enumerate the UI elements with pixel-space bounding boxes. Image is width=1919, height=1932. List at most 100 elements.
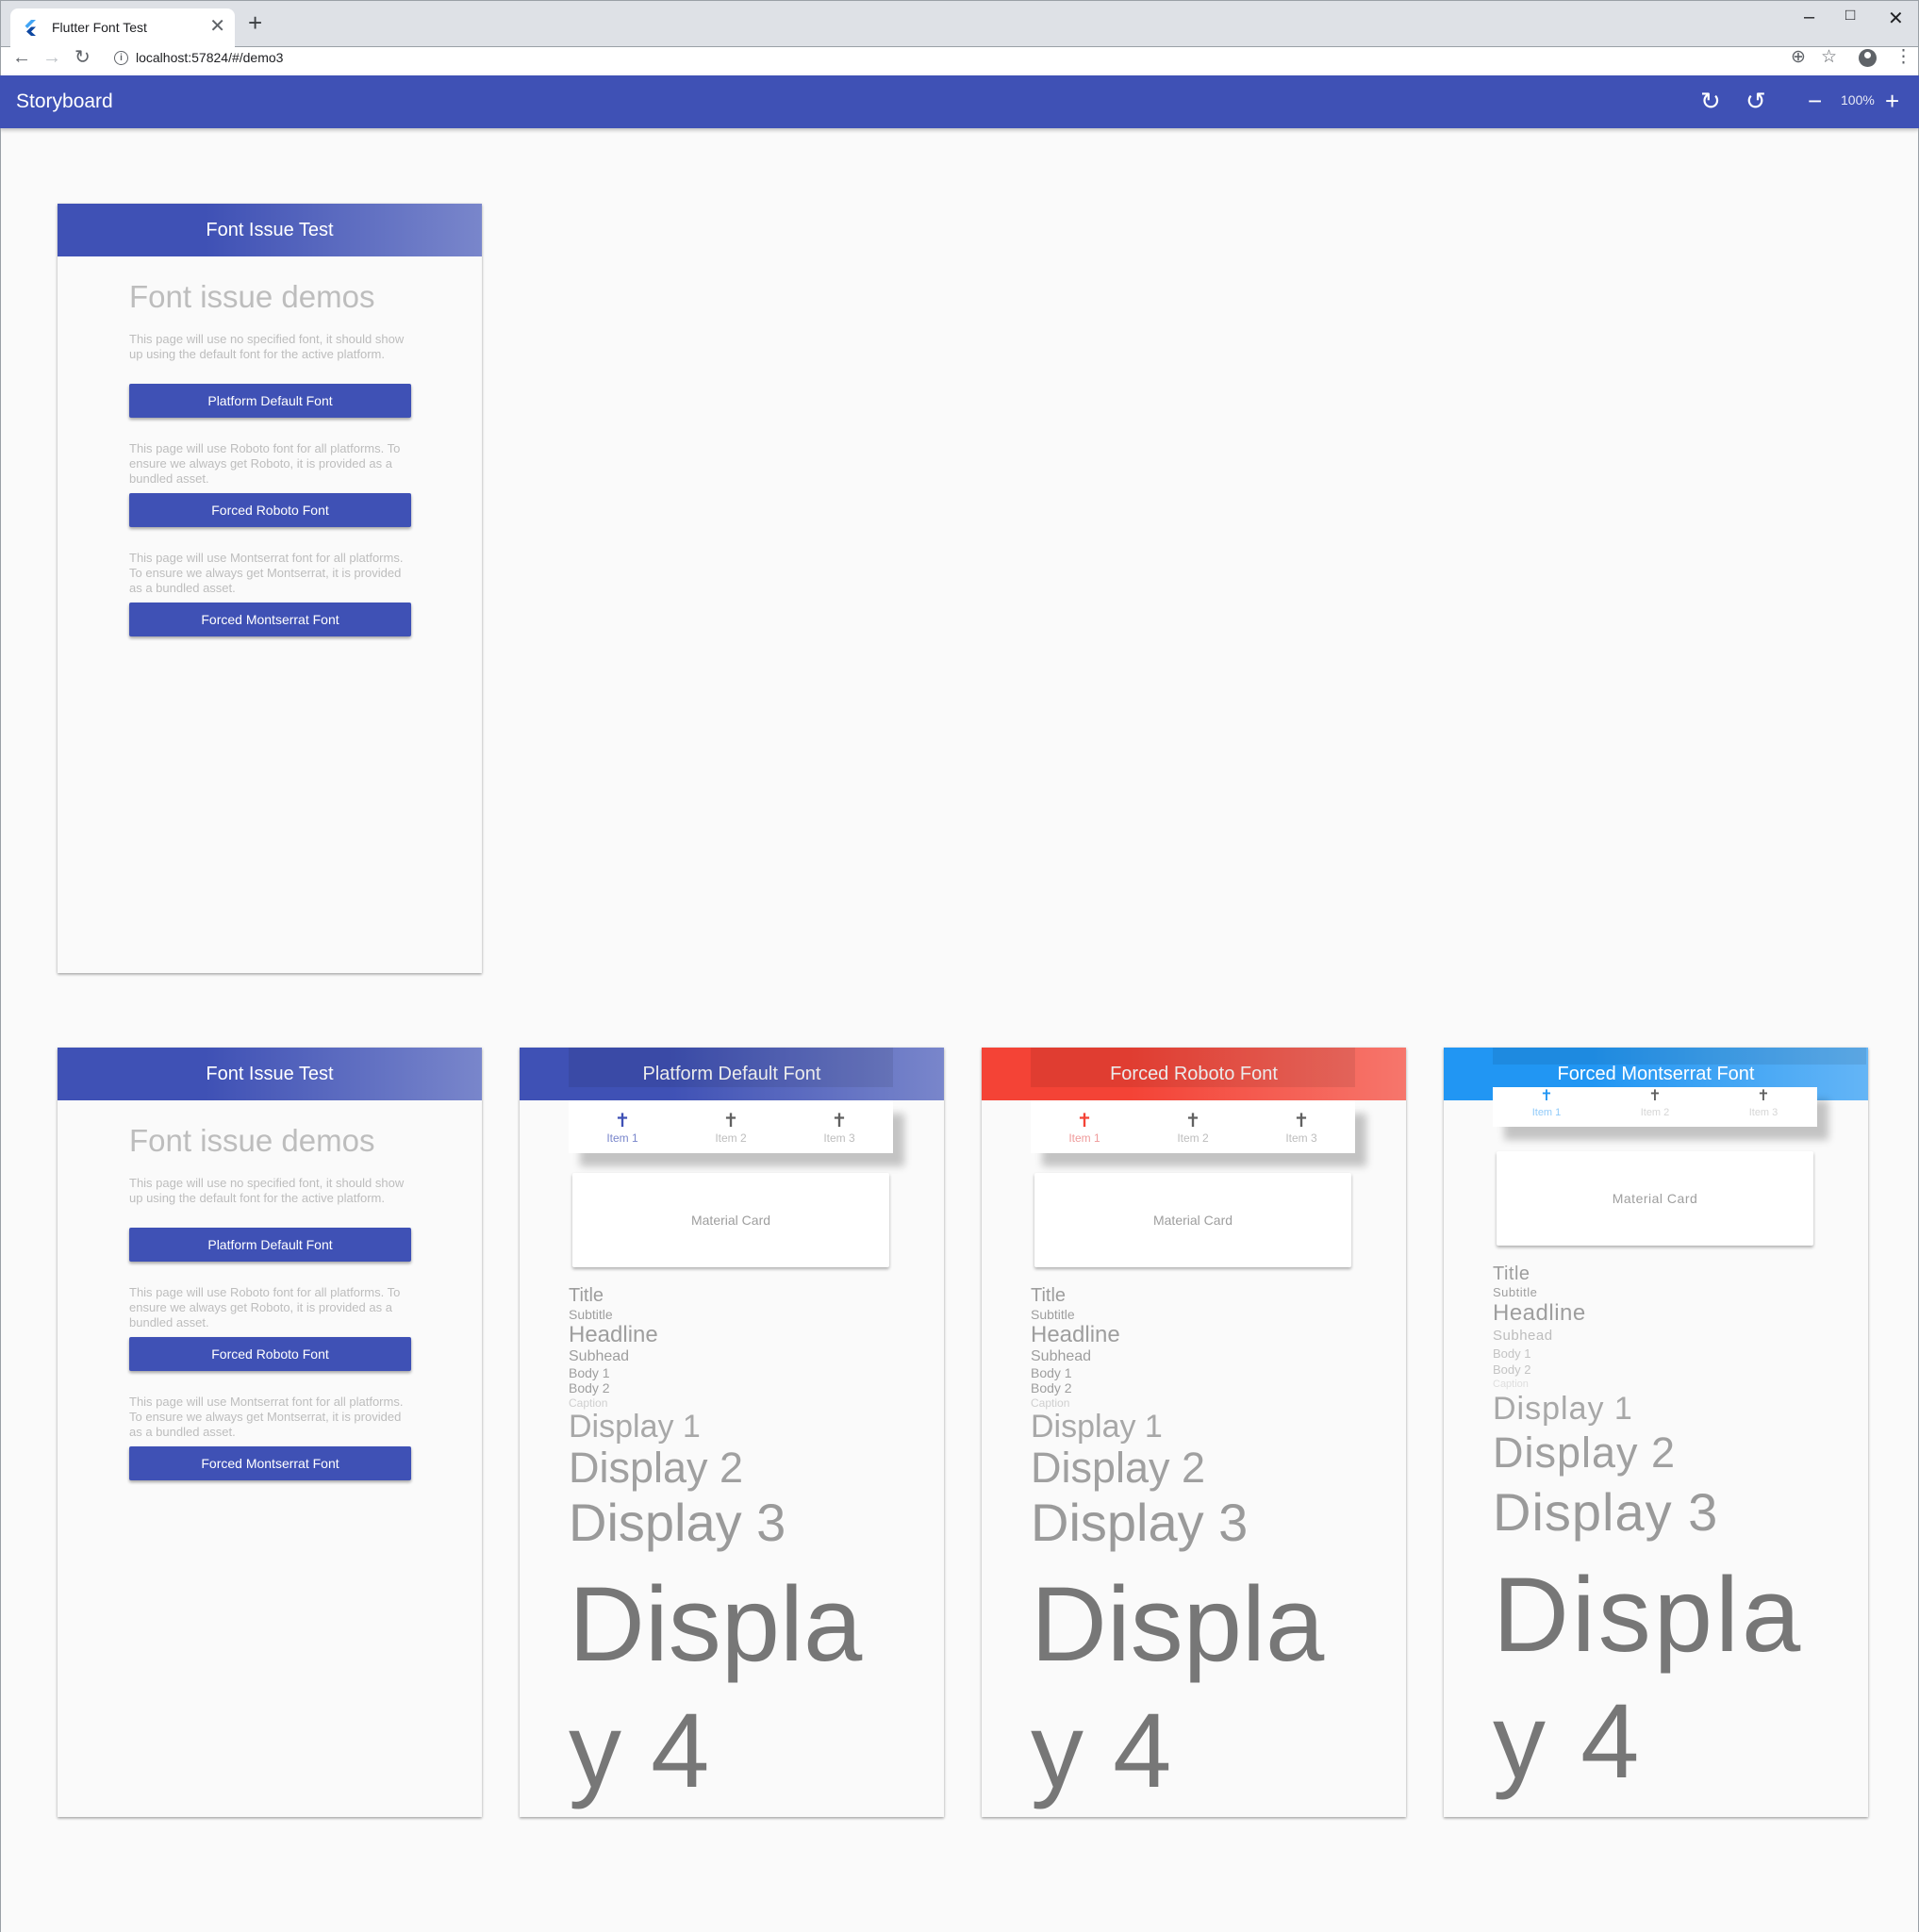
material-card: Material Card bbox=[1034, 1173, 1351, 1267]
text-display2: Display 2 bbox=[1031, 1444, 1206, 1492]
browser-tab[interactable]: Flutter Font Test ✕ bbox=[10, 8, 235, 48]
window-close-icon[interactable]: ✕ bbox=[1888, 7, 1904, 30]
text-headline: Headline bbox=[569, 1322, 658, 1347]
material-card: Material Card bbox=[1497, 1151, 1813, 1246]
forced-montserrat-font-button[interactable]: Forced Montserrat Font bbox=[129, 603, 411, 636]
default-font-description: This page will use no specified font, it… bbox=[129, 332, 405, 361]
device-frame-platform-default: Platform Default Font ✝ Item 1 ✝ Item 2 … bbox=[520, 1048, 944, 1817]
nav-item-2[interactable]: ✝ Item 2 bbox=[677, 1100, 785, 1153]
profile-avatar-icon[interactable] bbox=[1859, 49, 1877, 67]
nav-item-3[interactable]: ✝ Item 3 bbox=[1248, 1100, 1355, 1153]
text-subhead: Subhead bbox=[1493, 1328, 1553, 1344]
nav-item-1[interactable]: ✝ Item 1 bbox=[1493, 1087, 1600, 1127]
material-card: Material Card bbox=[572, 1173, 889, 1267]
text-display4: Display 4 bbox=[1031, 1565, 1325, 1809]
header-shadow bbox=[1031, 1048, 1355, 1087]
history-icon[interactable]: ↺ bbox=[1745, 88, 1766, 114]
text-subhead: Subhead bbox=[1031, 1348, 1092, 1364]
montserrat-font-description: This page will use Montserrat font for a… bbox=[129, 1395, 404, 1439]
text-title: Title bbox=[569, 1285, 604, 1306]
forced-montserrat-font-button[interactable]: Forced Montserrat Font bbox=[129, 1446, 411, 1480]
zoom-indicator-icon[interactable]: ⊕ bbox=[1791, 47, 1806, 68]
accessibility-icon: ✝ bbox=[614, 1111, 631, 1131]
app-title: Storyboard bbox=[16, 91, 113, 112]
montserrat-font-description: This page will use Montserrat font for a… bbox=[129, 551, 404, 595]
forced-roboto-font-button[interactable]: Forced Roboto Font bbox=[129, 1337, 411, 1371]
nav-item-2[interactable]: ✝ Item 2 bbox=[1139, 1100, 1247, 1153]
nav-label: Item 2 bbox=[715, 1131, 747, 1145]
maximize-icon[interactable]: □ bbox=[1845, 6, 1855, 25]
nav-label: Item 3 bbox=[823, 1131, 855, 1145]
platform-default-font-button[interactable]: Platform Default Font bbox=[129, 1228, 411, 1262]
nav-item-2[interactable]: ✝ Item 2 bbox=[1601, 1087, 1709, 1127]
zoom-level: 100% bbox=[1841, 92, 1875, 107]
nav-item-3[interactable]: ✝ Item 3 bbox=[1710, 1087, 1817, 1127]
device-frame-home: Font Issue Test Font issue demos This pa… bbox=[58, 1048, 482, 1817]
nav-label: Item 1 bbox=[606, 1131, 638, 1145]
site-info-icon[interactable]: i bbox=[114, 51, 128, 65]
refresh-icon[interactable]: ↻ bbox=[1700, 88, 1721, 114]
accessibility-icon: ✝ bbox=[1648, 1088, 1662, 1104]
zoom-in-icon[interactable]: + bbox=[1885, 88, 1899, 114]
browser-tab-strip: Flutter Font Test ✕ + – □ ✕ bbox=[0, 0, 1919, 48]
browser-menu-icon[interactable]: ⋮ bbox=[1894, 47, 1912, 68]
bookmark-star-icon[interactable]: ☆ bbox=[1821, 47, 1837, 68]
text-display3: Display 3 bbox=[1493, 1482, 1719, 1542]
text-display1: Display 1 bbox=[1031, 1409, 1163, 1445]
nav-label: Item 1 bbox=[1068, 1131, 1100, 1145]
default-font-description: This page will use no specified font, it… bbox=[129, 1176, 405, 1205]
nav-item-3[interactable]: ✝ Item 3 bbox=[786, 1100, 893, 1153]
text-title: Title bbox=[1031, 1285, 1067, 1306]
device-frame-forced-montserrat: Forced Montserrat Font ✝ Item 1 ✝ Item 2… bbox=[1444, 1048, 1868, 1817]
accessibility-icon: ✝ bbox=[1184, 1111, 1201, 1131]
text-subtitle: Subtitle bbox=[569, 1307, 613, 1322]
tab-title: Flutter Font Test bbox=[52, 20, 147, 35]
text-caption: Caption bbox=[569, 1396, 608, 1410]
text-headline: Headline bbox=[1031, 1322, 1120, 1347]
home-header: Font Issue Test bbox=[58, 204, 482, 256]
text-display2: Display 2 bbox=[1493, 1428, 1677, 1477]
tab-close-icon[interactable]: ✕ bbox=[209, 17, 225, 36]
bottom-navigation: ✝ Item 1 ✝ Item 2 ✝ Item 3 bbox=[1031, 1100, 1355, 1153]
home-header: Font Issue Test bbox=[58, 1048, 482, 1100]
text-display4: Display 4 bbox=[569, 1565, 863, 1809]
text-subtitle: Subtitle bbox=[1031, 1307, 1075, 1322]
nav-label: Item 3 bbox=[1285, 1131, 1317, 1145]
forward-icon[interactable]: → bbox=[42, 47, 61, 68]
text-display3: Display 3 bbox=[1031, 1493, 1249, 1552]
reload-icon[interactable]: ↻ bbox=[74, 47, 91, 68]
device-frame-forced-roboto: Forced Roboto Font ✝ Item 1 ✝ Item 2 ✝ I… bbox=[982, 1048, 1406, 1817]
text-title: Title bbox=[1493, 1263, 1530, 1284]
text-display1: Display 1 bbox=[569, 1409, 701, 1445]
nav-item-1[interactable]: ✝ Item 1 bbox=[569, 1100, 676, 1153]
address-bar[interactable]: localhost:57824/#/demo3 bbox=[136, 50, 283, 65]
text-display1: Display 1 bbox=[1493, 1391, 1633, 1427]
text-headline: Headline bbox=[1493, 1300, 1586, 1326]
zoom-out-icon[interactable]: − bbox=[1808, 88, 1822, 114]
nav-item-1[interactable]: ✝ Item 1 bbox=[1031, 1100, 1138, 1153]
nav-label: Item 1 bbox=[1531, 1107, 1562, 1118]
text-body1: Body 1 bbox=[1031, 1365, 1072, 1380]
new-tab-button[interactable]: + bbox=[248, 10, 262, 35]
accessibility-icon: ✝ bbox=[1540, 1088, 1553, 1104]
text-body2: Body 2 bbox=[569, 1380, 610, 1395]
bottom-navigation: ✝ Item 1 ✝ Item 2 ✝ Item 3 bbox=[569, 1100, 893, 1153]
header-shadow bbox=[569, 1048, 893, 1087]
bottom-navigation: ✝ Item 1 ✝ Item 2 ✝ Item 3 bbox=[1493, 1087, 1817, 1127]
accessibility-icon: ✝ bbox=[1076, 1111, 1093, 1131]
home-title: Font issue demos bbox=[129, 279, 375, 314]
roboto-font-description: This page will use Roboto font for all p… bbox=[129, 1285, 401, 1329]
platform-default-font-button[interactable]: Platform Default Font bbox=[129, 384, 411, 418]
accessibility-icon: ✝ bbox=[722, 1111, 739, 1131]
back-icon[interactable]: ← bbox=[12, 47, 31, 68]
device-frame-home: Font Issue Test Font issue demos This pa… bbox=[58, 204, 482, 973]
flutter-icon bbox=[25, 20, 36, 36]
forced-roboto-font-button[interactable]: Forced Roboto Font bbox=[129, 493, 411, 527]
text-body1: Body 1 bbox=[569, 1365, 610, 1380]
text-caption: Caption bbox=[1031, 1396, 1070, 1410]
nav-label: Item 3 bbox=[1748, 1107, 1778, 1118]
nav-label: Item 2 bbox=[1640, 1107, 1670, 1118]
roboto-font-description: This page will use Roboto font for all p… bbox=[129, 441, 401, 486]
text-subtitle: Subtitle bbox=[1493, 1285, 1538, 1299]
minimize-icon[interactable]: – bbox=[1804, 7, 1814, 28]
